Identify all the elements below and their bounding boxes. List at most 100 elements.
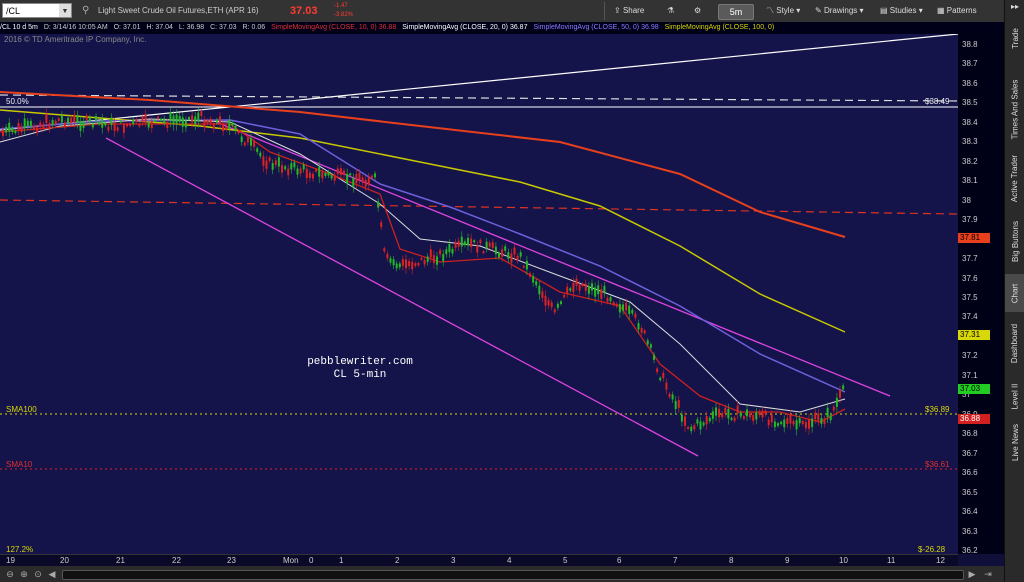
candle-body — [656, 368, 659, 373]
candle-body — [832, 406, 835, 411]
zoom-out-icon[interactable]: ⊖ — [4, 568, 16, 580]
chevron-down-icon[interactable]: ▼ — [59, 4, 71, 17]
time-tick: 7 — [673, 556, 678, 565]
side-tab-label: Chart — [1010, 283, 1020, 303]
candle-body — [346, 173, 349, 184]
candle-body — [498, 253, 500, 258]
candle-body — [699, 421, 702, 430]
candle-body — [814, 412, 817, 420]
price-tick: 37.2 — [962, 351, 978, 361]
candle-body — [386, 253, 389, 259]
candle-body — [73, 114, 76, 123]
patterns-label: Patterns — [946, 6, 977, 15]
candle-body — [721, 413, 724, 418]
candle-body — [17, 123, 20, 131]
side-tab[interactable]: Trade — [1005, 22, 1024, 54]
sma100-line-label: SMA100 — [6, 405, 37, 414]
scroll-left-icon[interactable]: ◀ — [46, 568, 58, 580]
candle-body — [60, 115, 63, 123]
watermark-desc: CL 5-min — [333, 369, 387, 381]
candle-body — [169, 112, 172, 122]
symbol-description: Light Sweet Crude Oil Futures,ETH (APR 1… — [98, 6, 259, 15]
side-tab[interactable]: Dashboard — [1005, 314, 1024, 372]
chevron-down-icon: ▾ — [859, 6, 864, 15]
candle-body — [724, 407, 727, 414]
candle-body — [11, 127, 14, 133]
candle-body — [507, 252, 510, 259]
candle-body — [808, 419, 810, 429]
candle-body — [20, 126, 23, 133]
candle-body — [324, 173, 327, 177]
price-chart[interactable]: 2016 © TD Ameritrade IP Company, Inc. 50… — [0, 34, 958, 554]
link-icon[interactable]: ⚲ — [82, 0, 89, 22]
candle-body — [51, 119, 54, 126]
scroll-right-icon[interactable]: ▶ — [966, 568, 978, 580]
price-tick: 37.1 — [962, 370, 978, 380]
chart-title: /CL 10 d 5m — [0, 24, 38, 31]
candle-body — [212, 122, 215, 129]
price-tick: 37.7 — [962, 254, 978, 264]
share-icon: ⇪ — [614, 6, 623, 15]
price-tick: 38.6 — [962, 78, 978, 88]
candle-body — [702, 422, 705, 426]
share-button[interactable]: ⇪ Share — [614, 3, 644, 19]
sma10-line — [0, 123, 846, 423]
price-badge: 37.31 — [958, 329, 990, 340]
side-tab[interactable]: Times And Sales — [1005, 78, 1024, 140]
last-price: 37.03 — [290, 5, 318, 17]
candle-body — [773, 421, 776, 428]
candle-body — [482, 251, 485, 254]
candle-body — [398, 263, 401, 268]
sma20-label: SimpleMovingAvg (CLOSE, 20, 0) — [402, 24, 508, 31]
candle-body — [783, 419, 786, 428]
fib-top-label: 50.0% — [6, 97, 29, 106]
fit-icon[interactable]: ⇥ — [982, 568, 994, 580]
candle-body — [594, 287, 597, 297]
patterns-button[interactable]: ▦ Patterns — [937, 3, 977, 19]
side-tab[interactable]: Live News — [1005, 418, 1024, 466]
candle-body — [479, 239, 482, 244]
zoom-in-icon[interactable]: ⊕ — [18, 568, 30, 580]
price-change: -1.47 — [334, 3, 348, 9]
candle-body — [535, 281, 538, 286]
candle-body — [659, 377, 662, 381]
candle-body — [358, 172, 361, 180]
candle-body — [209, 118, 212, 124]
side-tab[interactable]: Active Trader — [1005, 146, 1024, 210]
chevron-down-icon: ▾ — [796, 6, 801, 15]
panel-toggle-icon[interactable]: ▸▸ — [1005, 2, 1024, 18]
candle-body — [336, 168, 339, 175]
candle-body — [668, 393, 671, 398]
candle-body — [544, 295, 547, 306]
timeframe-button[interactable]: 5m — [718, 4, 754, 20]
side-tab[interactable]: Level II — [1005, 376, 1024, 416]
gear-icon[interactable]: ⚙ — [694, 3, 701, 19]
price-axis[interactable]: 38.8 38.7 38.6 38.5 38.4 38.3 38.2 38.1 38 37.9 37… — [958, 34, 1004, 555]
candle-body — [380, 222, 383, 227]
candle-body — [33, 125, 35, 130]
pencil-icon: ✎ — [815, 6, 824, 15]
candle-body — [361, 177, 364, 183]
drawings-button[interactable]: ✎ Drawings ▾ — [815, 3, 864, 19]
side-tab[interactable]: Chart — [1005, 274, 1024, 312]
flask-icon[interactable]: ⚗ — [667, 3, 674, 19]
chevron-down-icon: ▾ — [918, 6, 923, 15]
time-tick: Mon — [283, 556, 299, 565]
candle-body — [197, 112, 200, 122]
candle-body — [649, 344, 652, 348]
studies-button[interactable]: ▤ Studies ▾ — [880, 3, 923, 19]
candle-body — [98, 121, 101, 125]
symbol-input[interactable]: /CL ▼ — [2, 3, 72, 18]
zoom-reset-icon[interactable]: ⊙ — [32, 568, 44, 580]
share-label: Share — [622, 6, 645, 15]
price-badge: 37.03 — [958, 384, 990, 395]
price-tick: 38 — [962, 195, 971, 205]
candle-body — [253, 140, 256, 147]
style-button[interactable]: 〽 Style ▾ — [766, 3, 800, 19]
sma100-line — [0, 109, 846, 333]
chart-window: /CL ▼ ⚲ Light Sweet Crude Oil Futures,ET… — [0, 0, 1024, 582]
candle-body — [603, 285, 606, 293]
sma20-value: 36.87 — [509, 24, 528, 31]
chart-scrollbar[interactable] — [62, 570, 964, 580]
side-tab[interactable]: Big Buttons — [1005, 212, 1024, 270]
